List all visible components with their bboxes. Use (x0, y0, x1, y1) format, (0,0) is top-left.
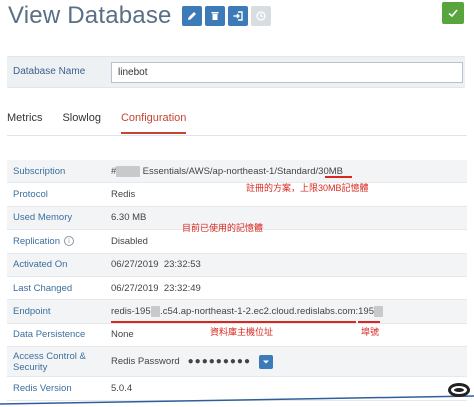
tab-metrics[interactable]: Metrics (7, 112, 42, 134)
pencil-icon (187, 12, 196, 20)
last-changed-value: 06/27/2019 23:32:49 (111, 282, 201, 294)
access-control-label: Access Control & Security (13, 350, 86, 373)
row-activated-on: Activated On 06/27/2019 23:32:53 (7, 253, 467, 277)
protocol-label: Protocol (13, 189, 48, 201)
database-name-input[interactable] (111, 62, 463, 83)
toolbar (181, 6, 271, 26)
endpoint-underline (111, 321, 356, 323)
subscription-value: #xxxxx Essentials/AWS/ap-northeast-1/Sta… (111, 165, 343, 177)
configuration-table: Subscription #xxxxx Essentials/AWS/ap-no… (7, 160, 467, 401)
used-memory-value: 6.30 MB (111, 212, 147, 224)
import-button[interactable] (227, 6, 248, 26)
annotation-port: 埠號 (361, 327, 380, 337)
annotation-host: 資料庫主機位址 (210, 327, 274, 337)
replication-label-wrap: Replication i (7, 236, 111, 247)
last-changed-label: Last Changed (13, 282, 73, 294)
data-persistence-label: Data Persistence (13, 329, 86, 341)
title-bar: View Database (8, 0, 271, 32)
footer-decoration (0, 395, 474, 405)
database-name-panel: Database Name (7, 56, 465, 88)
check-icon (448, 9, 458, 18)
annotation-used: 目前已使用的記憶體 (182, 223, 264, 233)
edit-button[interactable] (181, 6, 202, 26)
used-memory-label: Used Memory (13, 212, 73, 224)
replication-value: Disabled (111, 235, 148, 247)
endpoint-label: Endpoint (13, 306, 51, 318)
password-field[interactable]: ●●●●●●●●● (188, 356, 251, 367)
access-control-value: Redis Password ●●●●●●●●● (111, 354, 274, 369)
tab-configuration[interactable]: Configuration (120, 112, 187, 134)
page-title: View Database (8, 2, 172, 29)
chevron-down-icon (263, 360, 270, 364)
replication-label: Replication (13, 235, 60, 247)
row-last-changed: Last Changed 06/27/2019 23:32:49 (7, 277, 467, 301)
row-access-control: Access Control & Security Redis Password… (7, 347, 467, 378)
activated-on-value: 06/27/2019 23:32:53 (111, 259, 201, 271)
watermark-logo (448, 383, 470, 397)
import-icon (233, 11, 243, 21)
info-icon[interactable]: i (64, 236, 74, 247)
row-subscription: Subscription #xxxxx Essentials/AWS/ap-no… (7, 160, 467, 184)
tabs-divider (7, 135, 467, 136)
tab-slowlog[interactable]: Slowlog (62, 112, 101, 134)
tab-bar: Metrics Slowlog Configuration (7, 112, 187, 134)
password-toggle-button[interactable] (259, 354, 274, 369)
activated-on-label: Activated On (13, 259, 68, 271)
history-button[interactable] (250, 6, 271, 26)
confirm-button[interactable] (442, 2, 464, 24)
history-icon (255, 11, 266, 21)
redis-version-value: 5.0.4 (111, 382, 133, 394)
subscription-label: Subscription (13, 165, 66, 177)
trash-icon (211, 12, 219, 20)
port-underline (358, 321, 380, 323)
endpoint-value[interactable]: redis-195xx.c54.ap-northeast-1-2.ec2.clo… (111, 306, 384, 318)
plan-underline (325, 176, 352, 178)
protocol-value: Redis (111, 189, 136, 201)
annotation-plan: 註冊的方案，上限30MB記憶體 (246, 183, 369, 193)
data-persistence-value: None (111, 329, 134, 341)
row-protocol: Protocol Redis (7, 183, 467, 207)
database-name-label: Database Name (13, 66, 86, 77)
password-method: Redis Password (111, 356, 180, 368)
redis-version-label: Redis Version (13, 382, 72, 394)
delete-button[interactable] (204, 6, 225, 26)
